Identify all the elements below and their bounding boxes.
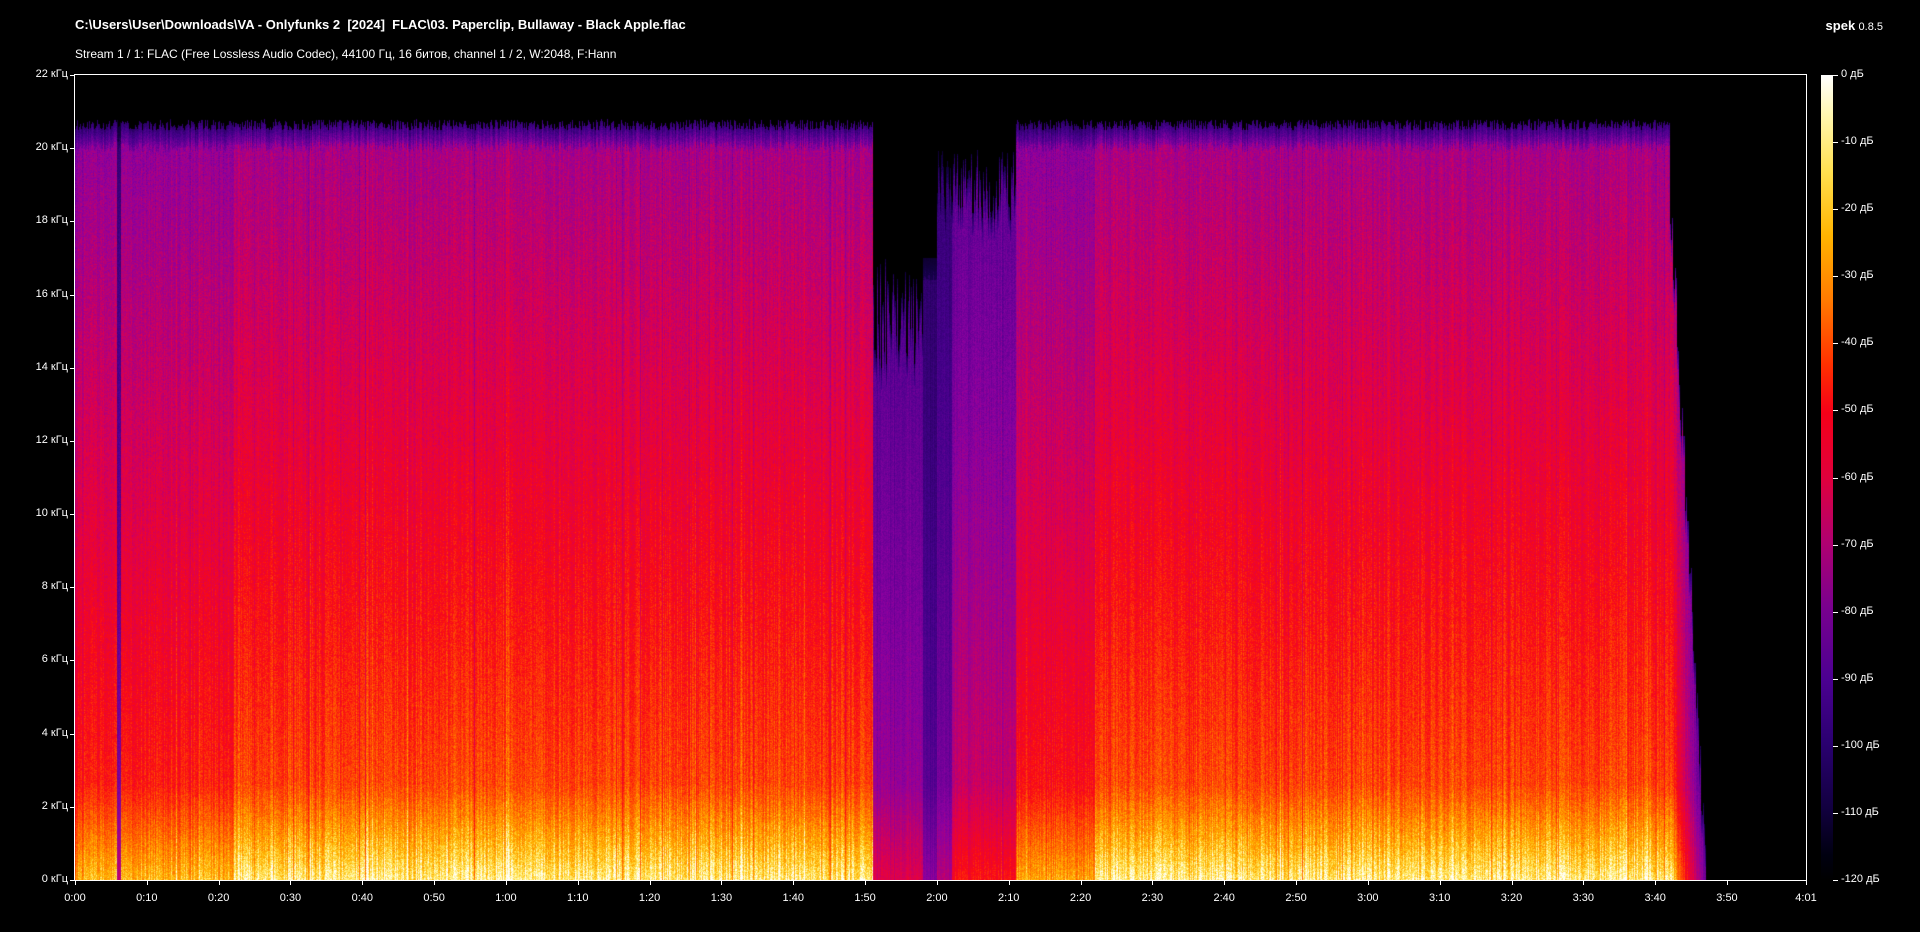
time-tick [218,880,220,885]
spectrogram-canvas[interactable] [75,75,1806,880]
time-tick [1080,880,1082,885]
db-tick-label: -20 дБ [1841,202,1874,215]
time-tick [1726,880,1728,885]
db-color-scale [1821,75,1833,880]
time-tick-label: 1:50 [854,892,876,904]
time-tick [146,880,148,885]
db-tick [1833,745,1838,747]
time-tick [721,880,723,885]
time-tick-label: 1:40 [782,892,804,904]
app-version: 0.8.5 [1858,21,1883,33]
db-tick-label: -10 дБ [1841,135,1874,148]
freq-tick-label: 0 кГц [41,873,68,885]
time-tick [1152,880,1154,885]
db-tick-label: -110 дБ [1841,805,1879,818]
db-tick [1833,142,1838,144]
freq-tick-label: 6 кГц [41,653,68,666]
time-tick-label: 2:00 [926,892,948,904]
db-tick-label: -30 дБ [1841,269,1874,282]
time-tick-label: 1:00 [495,892,517,904]
time-tick [865,880,867,885]
time-tick-label: 3:30 [1572,892,1595,904]
time-tick-label: 3:00 [1357,892,1379,904]
freq-tick-label: 10 кГц [35,507,68,520]
time-tick [362,880,364,885]
time-tick-label: 2:10 [998,892,1020,904]
time-tick [1583,880,1585,885]
time-tick-label: 4:01 [1795,892,1817,904]
db-tick-label: -60 дБ [1841,470,1874,483]
time-tick-label: 0:00 [64,892,86,904]
db-tick [1833,209,1838,211]
time-tick [1224,880,1226,885]
time-tick-label: 0:30 [279,892,302,904]
db-tick-label: -50 дБ [1841,403,1874,416]
time-tick-label: 1:10 [567,892,589,904]
time-tick [1439,880,1441,885]
db-tick [1833,75,1838,76]
time-tick-label: 2:40 [1213,892,1235,904]
stream-info: Stream 1 / 1: FLAC (Free Lossless Audio … [75,47,617,61]
freq-tick-label: 22 кГц [35,68,68,80]
app-title: spek [1825,18,1856,33]
time-tick-label: 0:40 [351,892,373,904]
db-tick-label: -90 дБ [1841,671,1874,684]
db-tick-label: -80 дБ [1841,604,1874,617]
db-tick [1833,477,1838,479]
db-tick-label: 0 дБ [1841,68,1864,80]
db-tick [1833,812,1838,814]
db-tick [1833,678,1838,680]
time-tick-label: 2:50 [1285,892,1307,904]
freq-tick-label: 2 кГц [41,799,68,812]
time-tick [290,880,292,885]
time-tick-label: 1:20 [638,892,661,904]
time-tick-label: 3:10 [1428,892,1451,904]
time-tick-label: 0:50 [423,892,445,904]
freq-tick-label: 4 кГц [41,726,68,739]
time-tick [75,880,76,885]
freq-tick [70,880,75,881]
db-tick [1833,611,1838,613]
time-tick [649,880,651,885]
time-tick [1008,880,1010,885]
time-tick-label: 0:10 [136,892,158,904]
file-path-title: C:\Users\User\Downloads\VA - Onlyfunks 2… [75,17,686,32]
time-tick-label: 3:40 [1644,892,1666,904]
time-tick-label: 3:50 [1716,892,1738,904]
time-tick [1367,880,1369,885]
time-tick [1806,880,1807,885]
time-tick [577,880,579,885]
freq-tick-label: 8 кГц [41,580,68,593]
freq-tick-label: 18 кГц [35,214,68,227]
freq-tick-label: 12 кГц [35,433,68,446]
time-tick-label: 1:30 [710,892,733,904]
time-tick [505,880,507,885]
time-tick [793,880,795,885]
time-tick-label: 2:30 [1141,892,1164,904]
db-tick [1833,276,1838,278]
db-tick [1833,410,1838,412]
db-tick-label: -40 дБ [1841,336,1874,349]
time-tick [1511,880,1513,885]
time-tick-label: 2:20 [1069,892,1092,904]
time-tick [1296,880,1298,885]
db-tick-label: -100 дБ [1841,738,1880,751]
time-tick-label: 3:20 [1500,892,1523,904]
spectrogram-plot[interactable] [74,74,1807,881]
freq-tick-label: 20 кГц [35,141,68,154]
app-name: spek 0.8.5 [1826,18,1883,33]
db-tick [1833,544,1838,546]
time-tick [936,880,938,885]
db-tick [1833,880,1838,881]
db-tick [1833,343,1838,345]
freq-tick-label: 14 кГц [35,360,68,373]
time-tick-label: 0:20 [207,892,230,904]
db-tick-label: -70 дБ [1841,537,1874,550]
db-tick-label: -120 дБ [1841,873,1880,885]
time-tick [434,880,436,885]
time-tick [1655,880,1657,885]
freq-tick-label: 16 кГц [35,287,68,300]
